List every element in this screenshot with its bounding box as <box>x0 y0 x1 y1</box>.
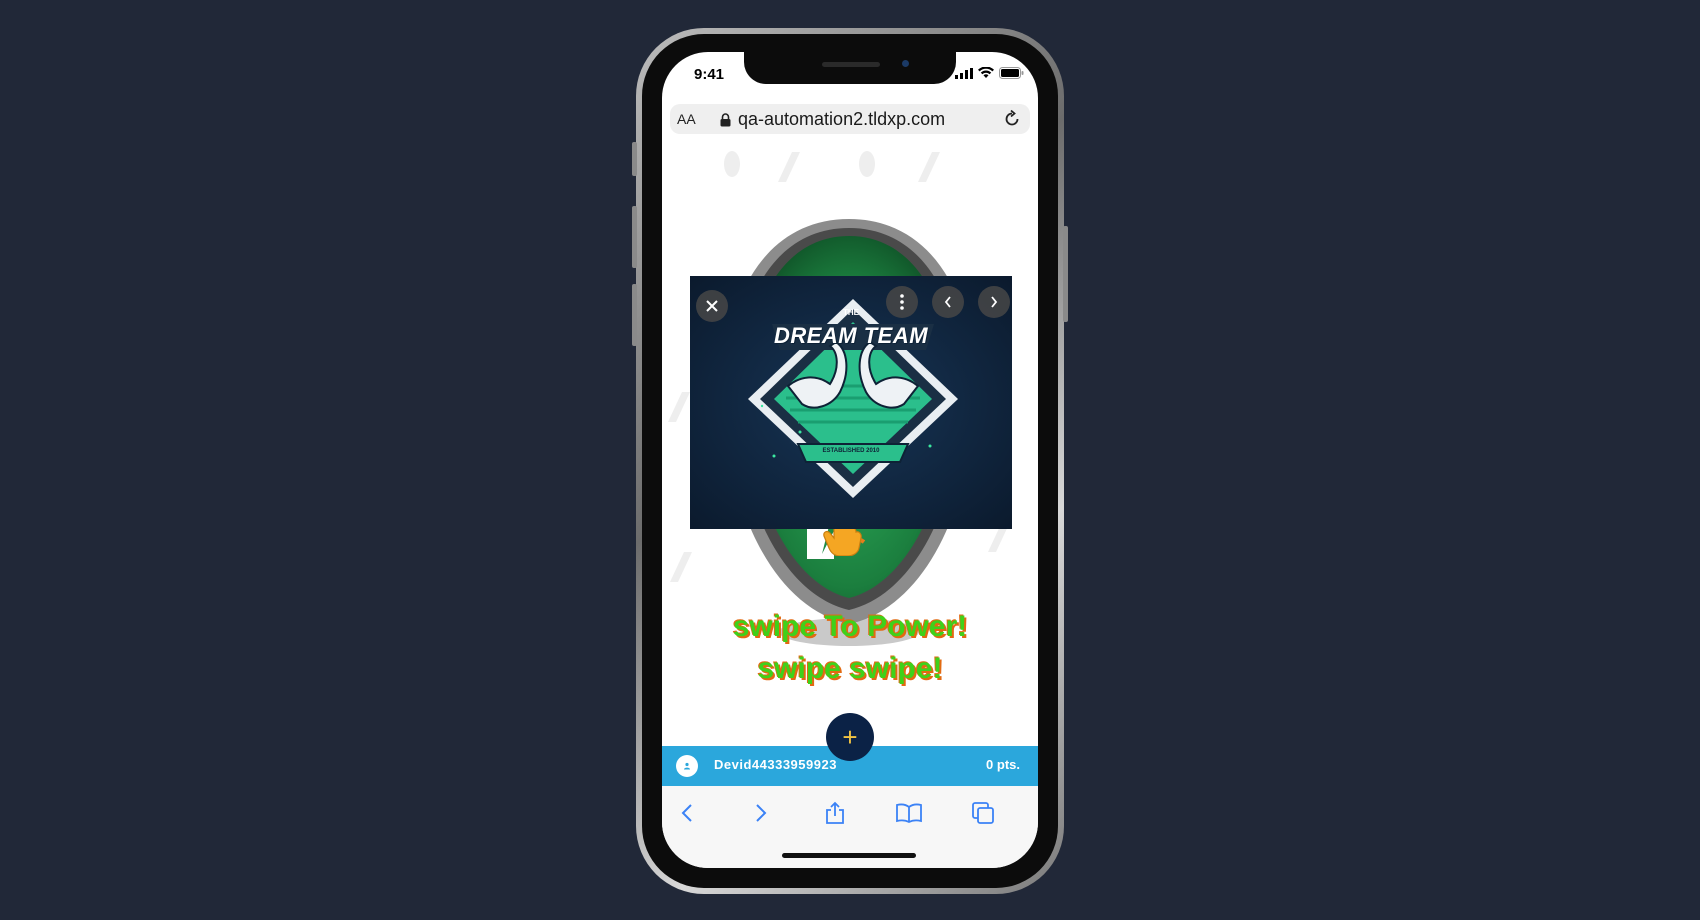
back-icon <box>681 804 692 822</box>
more-button[interactable] <box>886 286 918 318</box>
chevron-left-icon <box>944 296 951 308</box>
reload-icon[interactable] <box>1002 109 1022 129</box>
swipe-instruction-line2: swipe swipe! <box>757 652 943 685</box>
add-button[interactable]: + <box>826 713 874 761</box>
status-icons <box>955 67 1024 79</box>
close-icon <box>706 300 718 312</box>
mute-switch <box>632 142 637 176</box>
text-size-button[interactable]: AA <box>677 111 696 127</box>
bookmarks-button[interactable] <box>894 798 924 828</box>
add-button-label: + <box>842 722 858 752</box>
username: Devid44333959923 <box>714 757 837 772</box>
avatar[interactable] <box>676 755 698 777</box>
more-icon <box>900 294 904 310</box>
home-indicator[interactable] <box>782 853 916 858</box>
logo-ribbon: ESTABLISHED 2010 <box>822 448 880 454</box>
image-popup[interactable]: THE DREAM TEAM ESTABLISHED 2010 <box>690 276 1012 529</box>
chevron-right-icon <box>991 296 998 308</box>
url-text[interactable]: qa-automation2.tldxp.com <box>738 109 945 130</box>
previous-image-button[interactable] <box>932 286 964 318</box>
bookmarks-icon <box>896 803 922 823</box>
tabs-icon <box>972 802 994 824</box>
volume-up-button <box>632 206 637 268</box>
share-button[interactable] <box>820 798 850 828</box>
points-count: 0 pts. <box>986 757 1020 772</box>
wifi-icon <box>978 67 994 78</box>
battery-icon <box>999 67 1024 79</box>
logo-title: DREAM TEAM <box>773 323 929 348</box>
signal-icon <box>955 68 973 79</box>
lock-icon <box>720 113 731 127</box>
swipe-instruction-line1: swipe To Power! <box>732 610 968 643</box>
notch <box>744 52 956 84</box>
status-time: 9:41 <box>694 66 725 83</box>
share-icon <box>826 801 844 824</box>
camera <box>902 60 909 67</box>
close-button[interactable] <box>696 290 728 322</box>
text-size-label: AA <box>677 111 696 127</box>
forward-icon <box>756 804 767 822</box>
volume-down-button <box>632 284 637 346</box>
back-button[interactable] <box>672 798 702 828</box>
forward-button[interactable] <box>746 798 776 828</box>
power-button <box>1063 226 1068 322</box>
logo-title-small: THE <box>843 308 859 317</box>
next-image-button[interactable] <box>978 286 1010 318</box>
address-bar[interactable]: AA qa-automation2.tldxp.com <box>670 104 1030 134</box>
phone-screen: 9:41 AA qa-automation2.tldxp.com THE DRE… <box>662 52 1038 868</box>
tabs-button[interactable] <box>968 798 998 828</box>
page-content: THE DREAM TEAM ESTABLISHED 2010 swipe To… <box>662 142 1038 742</box>
speaker <box>822 62 880 67</box>
user-icon <box>684 762 690 770</box>
